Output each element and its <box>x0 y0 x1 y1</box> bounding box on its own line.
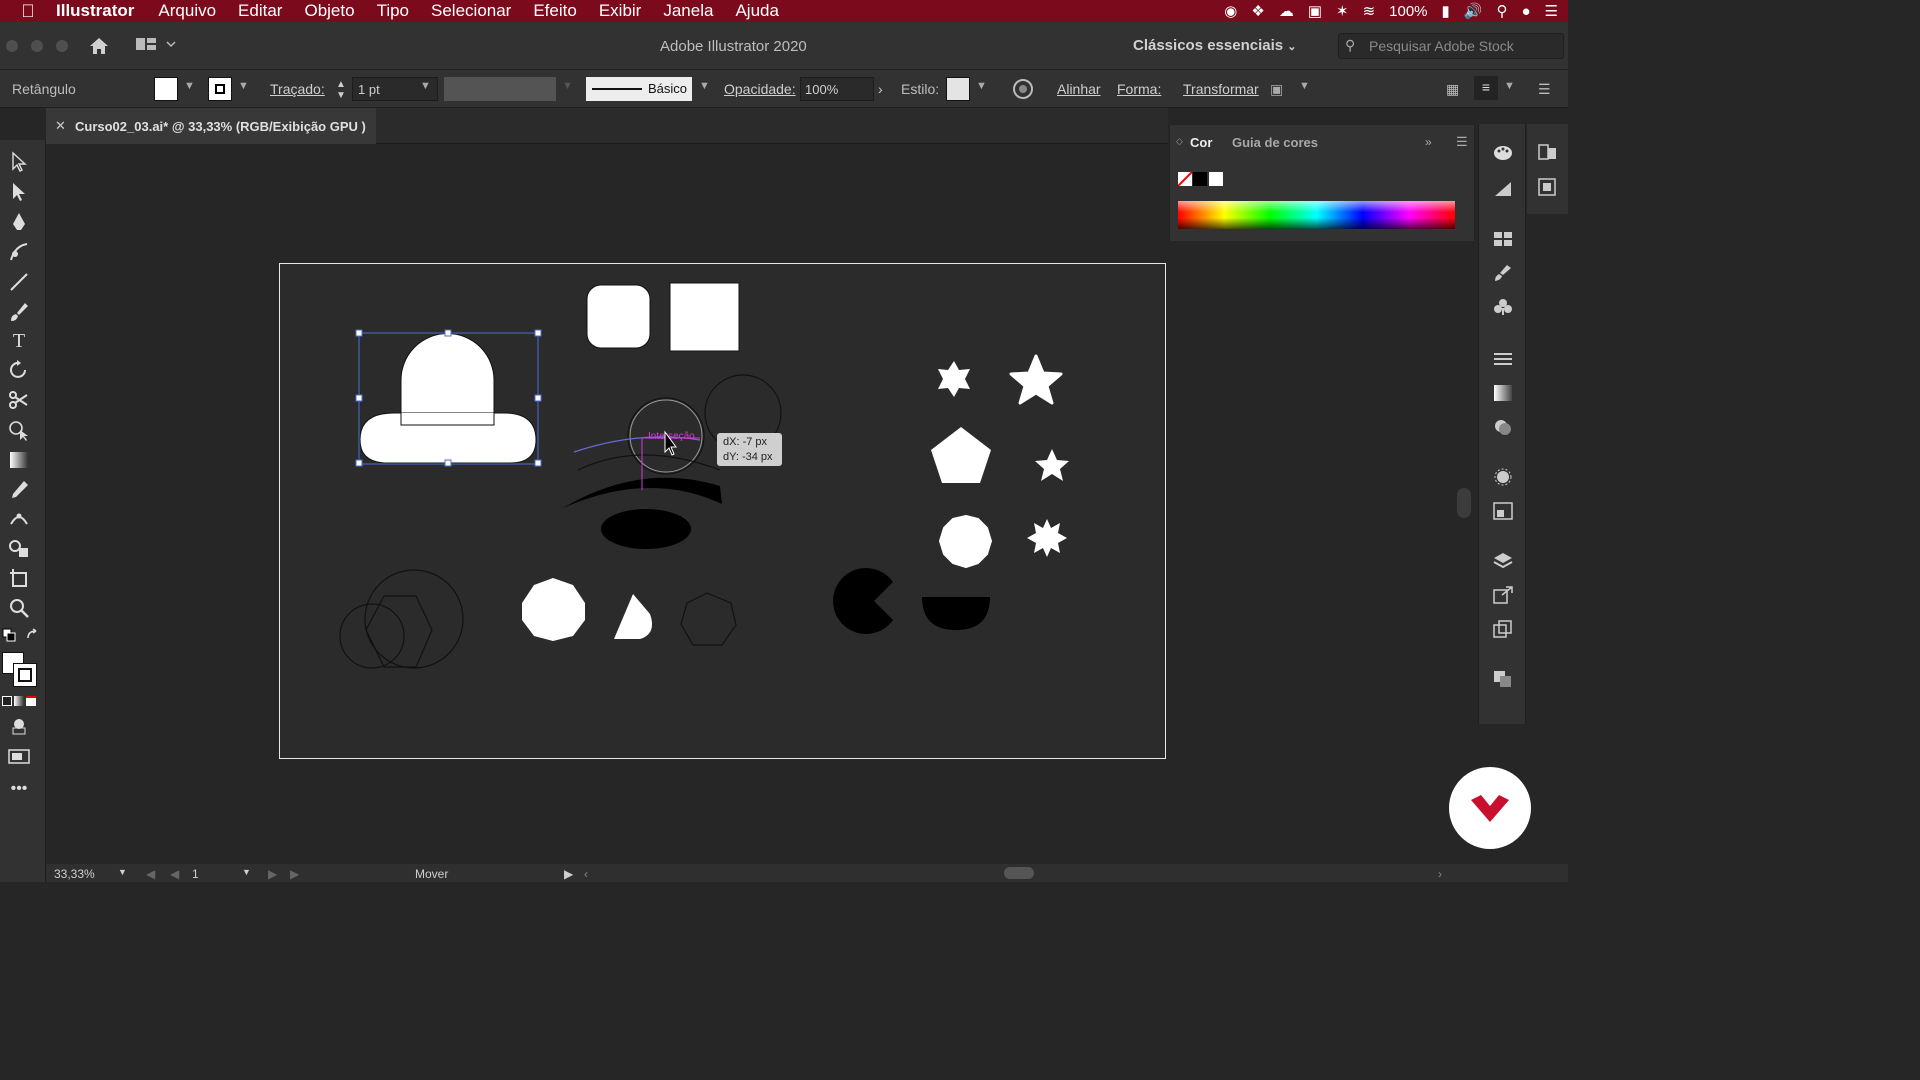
delta-x: dX: -7 px <box>723 436 768 448</box>
panel-collapse-icon[interactable]: ◇ <box>1176 136 1183 147</box>
scroll-right-icon[interactable]: › <box>1438 867 1442 881</box>
secondary-dock <box>1527 124 1568 214</box>
zoom-level[interactable]: 33,33% <box>54 867 95 881</box>
pentagon[interactable] <box>931 427 991 483</box>
panel-menu-icon[interactable]: ☰ <box>1456 134 1468 150</box>
current-tool-label: Mover <box>415 867 449 881</box>
status-bar: 33,33% ▼ ◀ ◀ 1 ▼ ▶ ▶ Mover ▶ ‹ › <box>46 864 1568 882</box>
square[interactable] <box>669 282 740 352</box>
rounded-rectangle[interactable] <box>586 284 651 349</box>
black-ellipse[interactable] <box>601 509 691 549</box>
outline-circle-small[interactable] <box>339 603 405 669</box>
transparency-icon[interactable] <box>1493 418 1513 436</box>
scroll-left-icon[interactable]: ‹ <box>584 867 588 881</box>
panel-expand-icon[interactable]: » <box>1425 135 1432 149</box>
artboard-number[interactable]: 1 <box>192 867 199 881</box>
previous-artboard-icon[interactable]: ◀ <box>170 867 179 881</box>
zoom-dropdown-icon[interactable]: ▼ <box>118 867 127 877</box>
tab-cor[interactable]: Cor <box>1190 135 1212 150</box>
white-polygon[interactable] <box>522 578 585 641</box>
symbols-icon[interactable] <box>1493 298 1513 316</box>
brand-logo <box>1449 767 1531 849</box>
outline-circle-large[interactable] <box>364 569 464 669</box>
artboard-dropdown-icon[interactable]: ▼ <box>242 867 251 877</box>
pie-shape[interactable] <box>833 568 893 634</box>
first-artboard-icon[interactable]: ◀ <box>146 867 155 881</box>
color-panel: ◇ Cor Guia de cores » ☰ <box>1169 124 1475 242</box>
tab-guia-de-cores[interactable]: Guia de cores <box>1232 135 1318 150</box>
appearance-icon[interactable] <box>1493 468 1513 486</box>
status-menu-icon[interactable]: ▶ <box>564 867 573 881</box>
outline-hexagon[interactable] <box>365 595 433 668</box>
brushes-icon[interactable] <box>1493 264 1513 282</box>
burst-star[interactable] <box>1027 519 1067 557</box>
selected-hat-shape[interactable] <box>359 333 537 464</box>
panel-dock <box>1478 124 1526 724</box>
vertical-scrollbar-thumb[interactable] <box>1457 488 1471 518</box>
layers-icon[interactable] <box>1493 552 1513 570</box>
pathfinder-icon[interactable] <box>1493 670 1513 688</box>
graphic-styles-icon[interactable] <box>1493 502 1513 520</box>
artboards-panel-icon[interactable] <box>1493 620 1513 638</box>
brand-mark-icon <box>1471 795 1509 822</box>
white-swatch[interactable] <box>1209 172 1223 186</box>
delta-y: dY: -34 px <box>723 451 773 463</box>
move-delta-tooltip: dX: -7 px dY: -34 px <box>717 433 782 466</box>
properties-panel-icon[interactable] <box>1538 178 1558 198</box>
rounded-polygon[interactable] <box>939 515 992 568</box>
libraries-icon[interactable] <box>1538 142 1558 162</box>
none-swatch[interactable] <box>1178 172 1192 186</box>
five-point-star[interactable] <box>1009 354 1063 405</box>
next-artboard-icon[interactable]: ▶ <box>268 867 277 881</box>
small-star[interactable] <box>1035 449 1069 481</box>
stroke-panel-icon[interactable] <box>1493 350 1513 368</box>
half-circle[interactable] <box>922 597 990 630</box>
rounded-star[interactable] <box>938 361 970 397</box>
outline-heptagon[interactable] <box>680 592 737 646</box>
swatches-icon[interactable] <box>1493 230 1513 248</box>
color-spectrum[interactable] <box>1178 201 1455 229</box>
white-teardrop[interactable] <box>614 594 653 639</box>
color-panel-icon[interactable] <box>1493 144 1513 162</box>
last-artboard-icon[interactable]: ▶ <box>290 867 299 881</box>
export-icon[interactable] <box>1493 586 1513 604</box>
color-guide-icon[interactable] <box>1493 180 1513 198</box>
black-swatch[interactable] <box>1193 172 1207 186</box>
gradient-panel-icon[interactable] <box>1493 384 1513 402</box>
horizontal-scrollbar-thumb[interactable] <box>1004 867 1034 879</box>
